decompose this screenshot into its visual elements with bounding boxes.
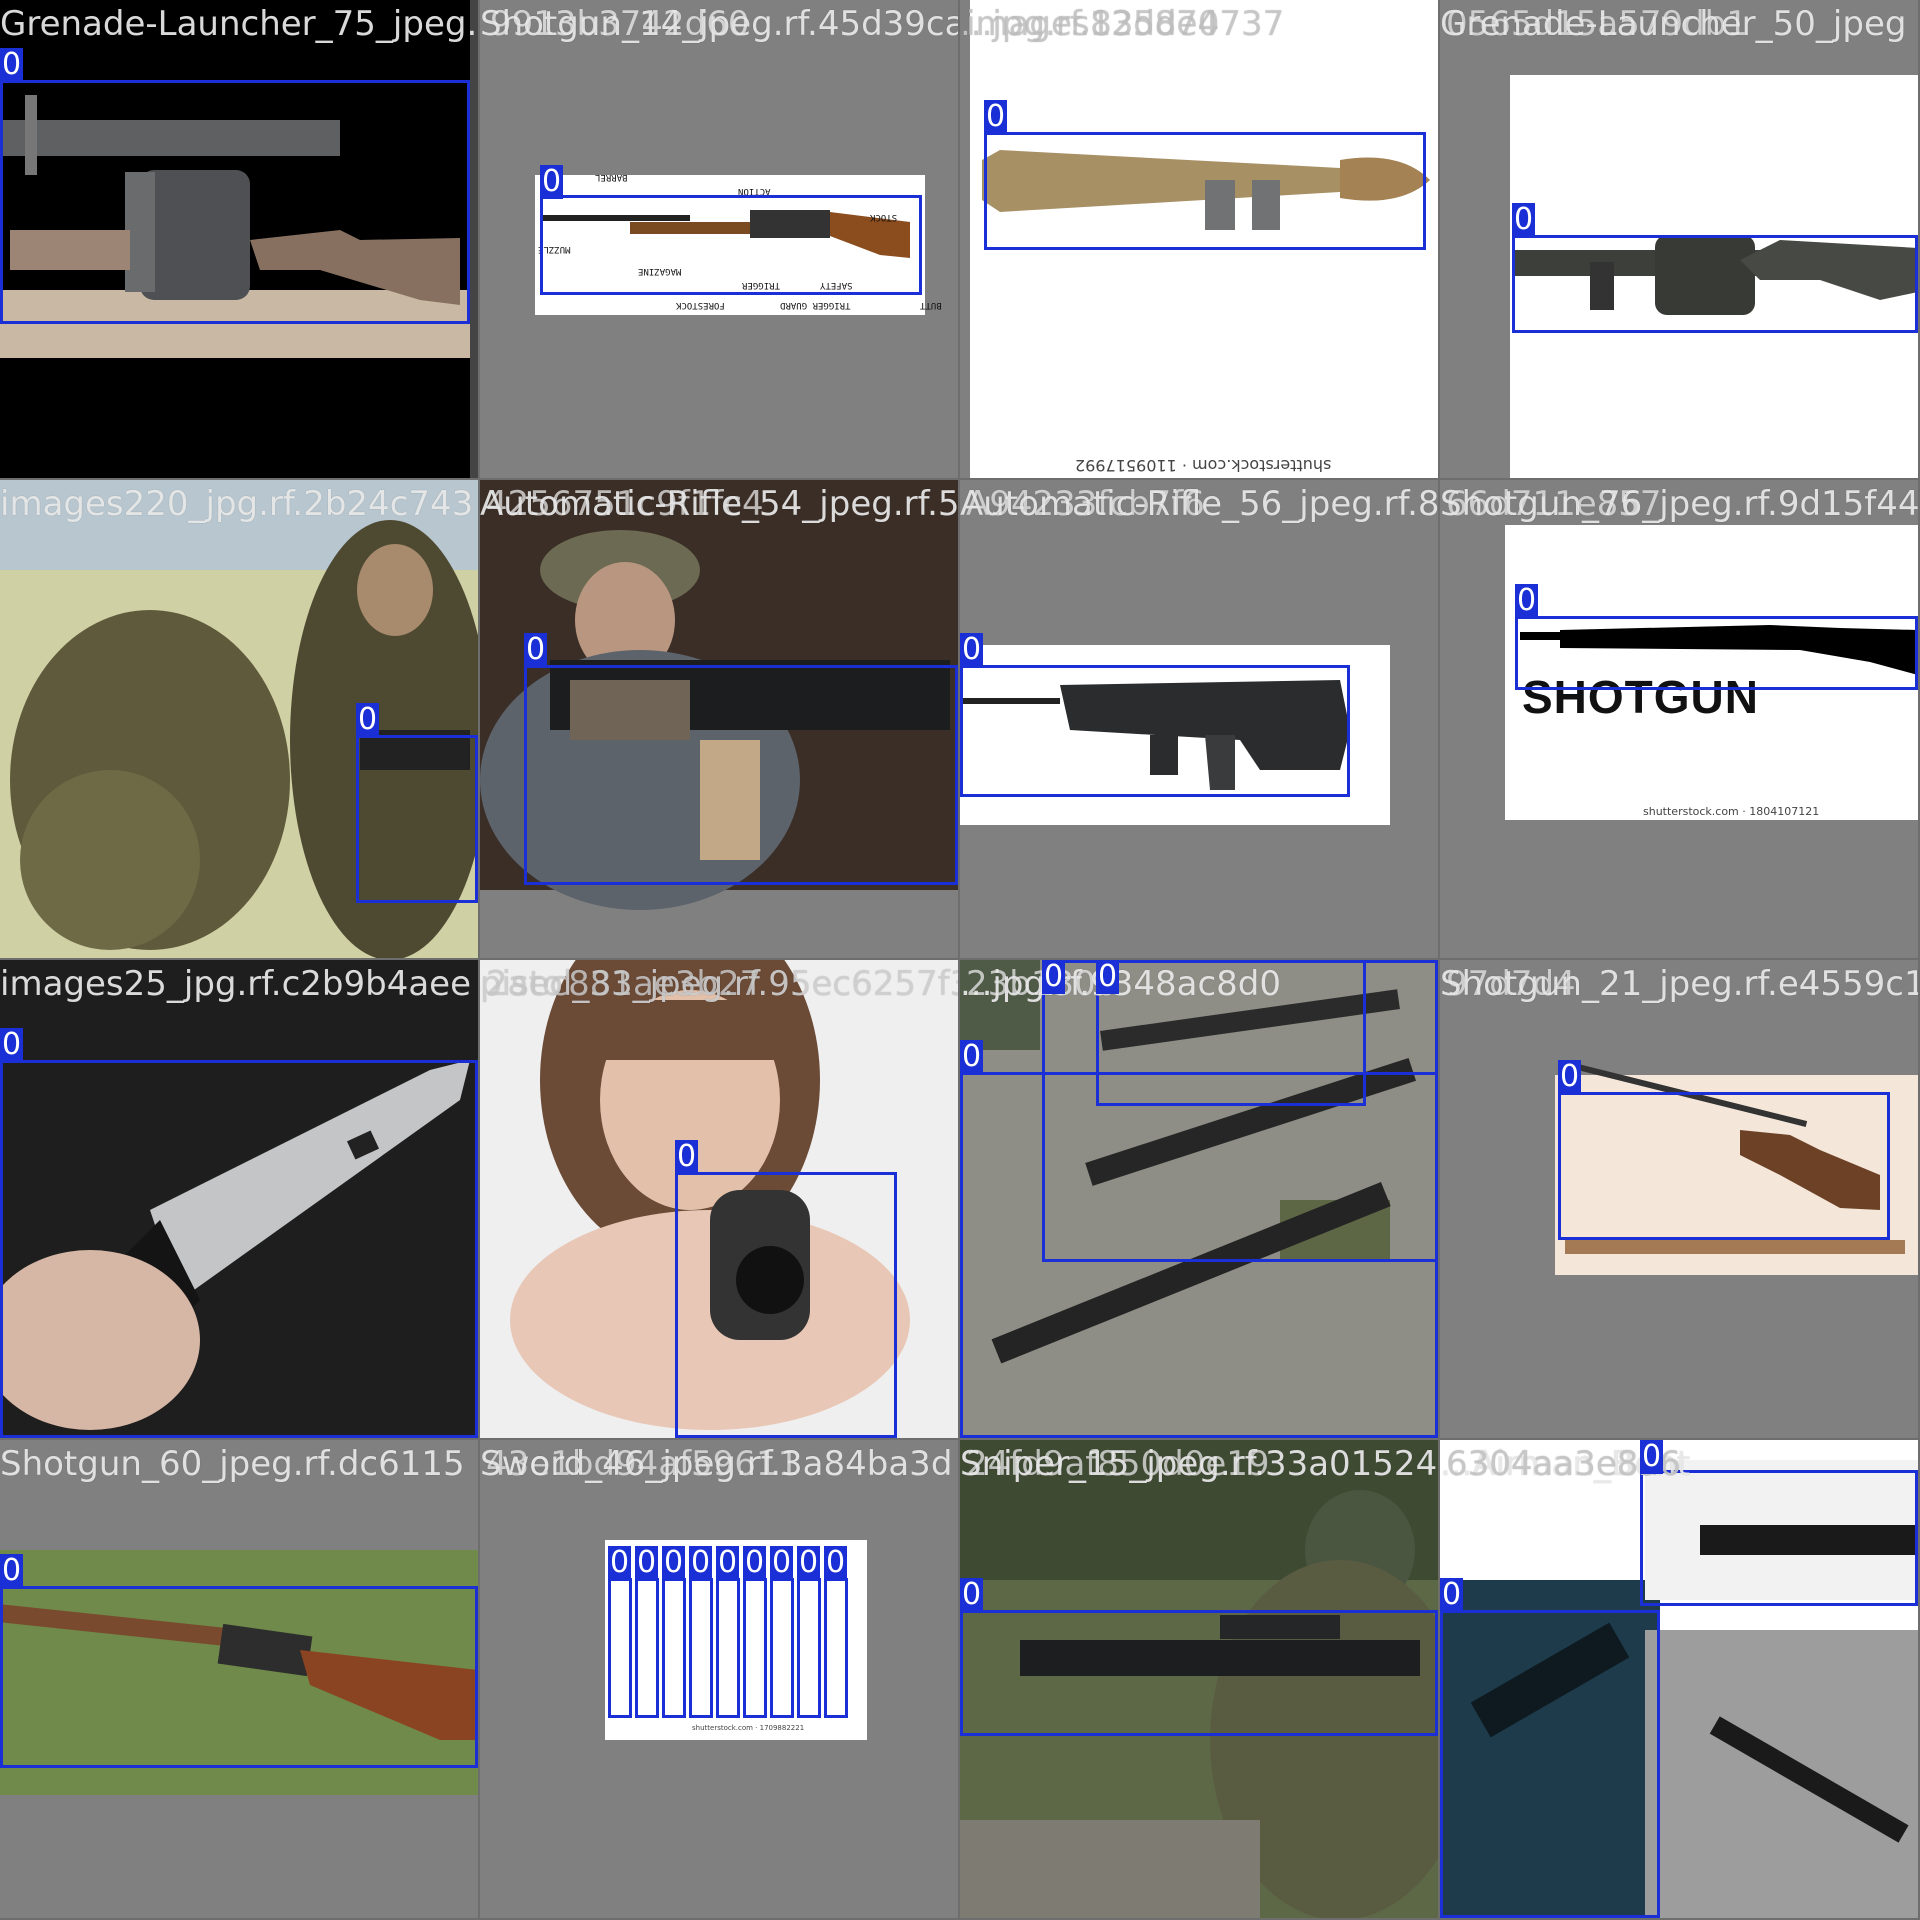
tile-0-bbox	[0, 80, 470, 324]
tile-9: pistol_33_jpeg.rf.95ec6257f3 2aec881ae3b…	[480, 960, 960, 1440]
tile-13-class-tag-5: 0	[716, 1545, 740, 1580]
tile-14-overlay-name: 24fd9af850d0e19	[966, 1444, 1270, 1484]
tile-9-bbox	[675, 1172, 897, 1438]
tile-11-bbox	[1558, 1092, 1890, 1240]
tile-12: Shotgun_60_jpeg.rf.dc6115 0	[0, 1440, 480, 1920]
tile-13-bbox-3	[662, 1578, 686, 1718]
tile-15-class-tag-b: 0	[1440, 1577, 1464, 1612]
tile-8-filename: images25_jpg.rf.c2b9b4aee	[0, 964, 472, 1004]
tile-4-filename: images220_jpg.rf.2b24c743	[0, 484, 474, 524]
tile-4-bbox	[356, 735, 478, 903]
tile-13-overlay-name: 43e1bd94af59611	[486, 1444, 800, 1484]
tile-13-class-tag-9: 0	[824, 1545, 848, 1580]
tile-9-overlay-name: 2aec881ae3b27	[486, 964, 762, 1004]
tile-13-class-tag-1: 0	[608, 1545, 632, 1580]
tile-2-overlay-name: images125870737	[966, 4, 1285, 44]
tile-1-bbox	[540, 195, 922, 295]
tile-13-class-tag-7: 0	[770, 1545, 794, 1580]
tile-6-bbox	[960, 665, 1350, 797]
tile-3-bbox	[1512, 235, 1918, 333]
tile-11: Shotgun_21_jpeg.rf.e4559c1 97d7d4 0	[1440, 960, 1920, 1440]
tile-8-bbox	[0, 1060, 478, 1438]
tile-6-class-tag: 0	[960, 632, 984, 667]
tile-1-part-forestock: FORESTOCK	[676, 300, 725, 310]
tile-10-class-tag-c: 0	[1096, 960, 1120, 994]
tile-10-class-tag-b: 0	[1042, 960, 1066, 994]
tile-1-part-barrel: BARREL	[595, 172, 628, 182]
tile-2-watermark: shutterstock.com · 1109517992	[1075, 456, 1332, 475]
tile-13-bbox-5	[716, 1578, 740, 1718]
tile-0-filename: Grenade-Launcher_75_jpeg.rf.	[0, 4, 480, 44]
tile-12-bbox	[0, 1586, 478, 1768]
tile-7-bbox	[1515, 616, 1918, 690]
tile-14: Sniper_15_jpeg.rf.33a01524 24fd9af850d0e…	[960, 1440, 1440, 1920]
tile-1-class-tag: 0	[540, 164, 564, 199]
tile-7-watermark: shutterstock.com · 1804107121	[1643, 805, 1820, 818]
tile-5-overlay-name: 4256751c9f1fc4	[486, 484, 764, 524]
tile-15: ...Airman_Bent 6304aa3e8a6 0 0	[1440, 1440, 1920, 1920]
tile-3-overlay-name: 0565d15a579db1	[1446, 4, 1748, 44]
tile-13-bbox-1	[608, 1578, 632, 1718]
tile-3-class-tag: 0	[1512, 202, 1536, 237]
tile-10: ...jpg.rf.9348ac8d0 23b1300 0 0 0	[960, 960, 1440, 1440]
tile-15-bbox-a	[1640, 1470, 1918, 1606]
tile-1-part-butt: BUTT	[920, 300, 942, 310]
tile-8-class-tag: 0	[0, 1027, 24, 1062]
tile-15-bbox-b	[1440, 1610, 1660, 1918]
tile-7: SHOTGUN shutterstock.com · 1804107121 Sh…	[1440, 480, 1920, 960]
tile-7-overlay-name: 66d711e857	[1446, 484, 1662, 524]
tile-10-class-tag-a: 0	[960, 1039, 984, 1074]
tile-1-part-trigger-guard: TRIGGER GUARD	[780, 300, 851, 310]
tile-14-class-tag: 0	[960, 1577, 984, 1612]
tile-13-class-tag-2: 0	[635, 1545, 659, 1580]
tile-5: Automatic-Rifle_54_jpeg.rf.5 4256751c9f1…	[480, 480, 960, 960]
tile-14-bbox	[960, 1610, 1438, 1736]
tile-13-class-tag-8: 0	[797, 1545, 821, 1580]
tile-9-class-tag: 0	[675, 1139, 699, 1174]
tile-13: shutterstock.com · 1709882221 Sword_46_j…	[480, 1440, 960, 1920]
tile-4: images220_jpg.rf.2b24c743 0	[0, 480, 480, 960]
tile-5-class-tag: 0	[524, 632, 548, 667]
tile-5-bbox	[524, 665, 958, 885]
tile-13-bbox-6	[743, 1578, 767, 1718]
tile-13-class-tag-6: 0	[743, 1545, 767, 1580]
tile-6-overlay-name: A94233fcb7f6	[966, 484, 1205, 524]
tile-12-filename: Shotgun_60_jpeg.rf.dc6115	[0, 1444, 465, 1484]
tile-13-bbox-4	[689, 1578, 713, 1718]
tile-1-overlay-name: 9913b3742d60	[490, 4, 750, 44]
tile-13-bbox-9	[824, 1578, 848, 1718]
tile-13-bbox-2	[635, 1578, 659, 1718]
tile-15-class-tag-a: 0	[1640, 1440, 1664, 1474]
tile-2: shutterstock.com · 1109517992 ...jpg.rf.…	[960, 0, 1440, 480]
tile-12-class-tag: 0	[0, 1553, 24, 1588]
tile-3: Grenade-Launcher_50_jpeg 0565d15a579db1 …	[1440, 0, 1920, 480]
tile-13-class-tag-4: 0	[689, 1545, 713, 1580]
mosaic-grid: Grenade-Launcher_75_jpeg.rf. 0 BARREL AC…	[0, 0, 1920, 1920]
tile-1: BARREL ACTION STOCK MUZZLE MAGAZINE TRIG…	[480, 0, 960, 480]
tile-2-class-tag: 0	[984, 99, 1008, 134]
tile-13-watermark: shutterstock.com · 1709882221	[692, 1724, 805, 1732]
tile-2-bbox	[984, 132, 1426, 250]
tile-0: Grenade-Launcher_75_jpeg.rf. 0	[0, 0, 480, 480]
tile-13-bbox-8	[797, 1578, 821, 1718]
tile-11-class-tag: 0	[1558, 1059, 1582, 1094]
tile-8: images25_jpg.rf.c2b9b4aee 0	[0, 960, 480, 1440]
tile-13-bbox-7	[770, 1578, 794, 1718]
tile-4-class-tag: 0	[356, 702, 380, 737]
tile-6: Automatic-Rifle_56_jpeg.rf.8 A94233fcb7f…	[960, 480, 1440, 960]
tile-7-class-tag: 0	[1515, 583, 1539, 618]
tile-13-class-tag-3: 0	[662, 1545, 686, 1580]
tile-0-class-tag: 0	[0, 47, 24, 82]
tile-11-overlay-name: 97d7d4	[1446, 964, 1576, 1004]
